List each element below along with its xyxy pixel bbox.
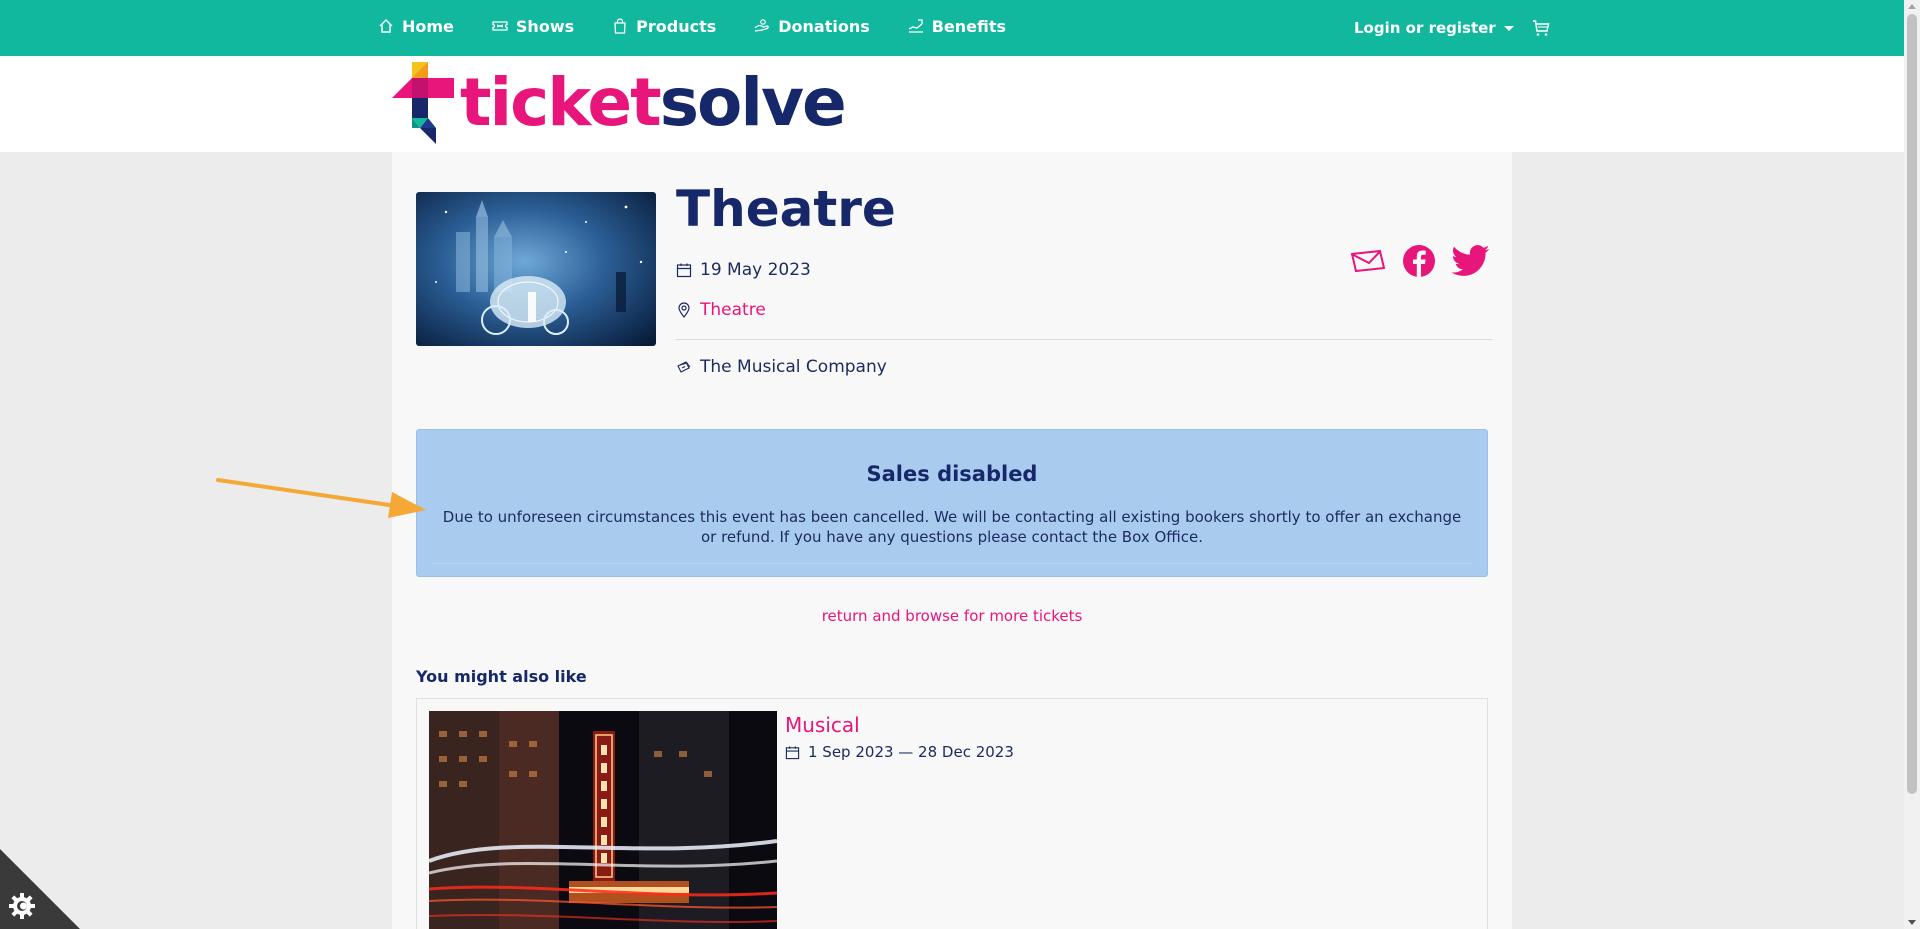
nav-shows-label: Shows — [515, 16, 575, 36]
ticket-icon — [492, 21, 508, 31]
recommended-event-date-row: 1 Sep 2023 — 28 Dec 2023 — [785, 743, 1014, 761]
event-date-row: 19 May 2023 — [676, 260, 811, 280]
email-icon[interactable] — [1350, 249, 1386, 273]
nav-products[interactable]: Products — [612, 17, 716, 36]
benefits-icon — [908, 19, 923, 33]
cart-icon[interactable] — [1532, 19, 1550, 37]
event-date: 19 May 2023 — [700, 260, 811, 280]
event-title: Theatre — [676, 180, 896, 238]
nav-products-label: Products — [636, 16, 717, 36]
bag-icon — [614, 18, 626, 34]
logo-word-ticket: ticket — [460, 64, 662, 141]
return-browse-link[interactable]: return and browse for more tickets — [392, 607, 1512, 625]
nav-home-label: Home — [402, 16, 454, 36]
share-buttons — [1350, 244, 1490, 278]
logo-word-solve: solve — [659, 64, 847, 141]
sales-disabled-alert: Sales disabled Due to unforeseen circums… — [416, 429, 1488, 577]
recommended-event-date: 1 Sep 2023 — 28 Dec 2023 — [808, 743, 1014, 761]
recommended-event-image — [429, 711, 777, 929]
facebook-icon[interactable] — [1402, 244, 1436, 278]
also-like-heading: You might also like — [416, 667, 587, 686]
annotation-arrow-icon — [216, 478, 426, 518]
nav-menu: Home Shows Products Donations Benefits — [378, 0, 1006, 52]
home-icon — [379, 19, 393, 33]
top-nav: Home Shows Products Donations Benefits L… — [0, 0, 1904, 56]
login-register-label: Login or register — [1354, 19, 1496, 37]
event-venue-row: Theatre — [676, 300, 766, 320]
scroll-down-arrow-icon[interactable] — [1908, 920, 1916, 925]
main-content: Theatre 19 May 2023 Theatre The Musical … — [392, 152, 1512, 929]
recommended-event-title[interactable]: Musical — [785, 713, 860, 737]
logo-mark-icon — [392, 62, 454, 144]
scroll-thumb[interactable] — [1907, 14, 1917, 794]
venue-link[interactable]: Theatre — [700, 300, 766, 320]
login-register-dropdown[interactable]: Login or register — [1354, 19, 1514, 37]
nav-benefits-label: Benefits — [931, 16, 1007, 36]
alert-title: Sales disabled — [866, 462, 1038, 486]
nav-shows[interactable]: Shows — [492, 17, 574, 36]
page-scrollbar[interactable] — [1904, 0, 1920, 929]
nav-benefits[interactable]: Benefits — [908, 17, 1006, 36]
event-image — [416, 192, 656, 346]
cookie-settings-button[interactable] — [0, 849, 80, 929]
calendar-icon — [676, 263, 692, 278]
nav-donations[interactable]: Donations — [754, 17, 870, 36]
event-company: The Musical Company — [700, 357, 887, 377]
event-company-row: The Musical Company — [676, 357, 887, 377]
nav-home[interactable]: Home — [378, 17, 454, 36]
tickets-icon — [677, 361, 691, 373]
nav-donations-label: Donations — [778, 16, 870, 36]
recommended-event-card[interactable]: Musical 1 Sep 2023 — 28 Dec 2023 — [416, 698, 1488, 929]
logo-wordmark: ticketsolve — [460, 70, 847, 136]
chevron-down-icon — [1503, 25, 1514, 31]
alert-message: Due to unforeseen circumstances this eve… — [442, 508, 1462, 546]
calendar-icon — [785, 745, 800, 759]
meta-divider — [676, 339, 1492, 340]
twitter-icon[interactable] — [1452, 245, 1490, 277]
donation-icon — [754, 19, 770, 32]
ticketsolve-logo[interactable]: ticketsolve — [392, 62, 847, 144]
nav-right: Login or register — [1354, 0, 1550, 56]
location-pin-icon — [678, 302, 690, 318]
scroll-up-arrow-icon[interactable] — [1908, 4, 1916, 9]
header-band — [0, 56, 1904, 152]
alert-divider — [431, 563, 1473, 564]
